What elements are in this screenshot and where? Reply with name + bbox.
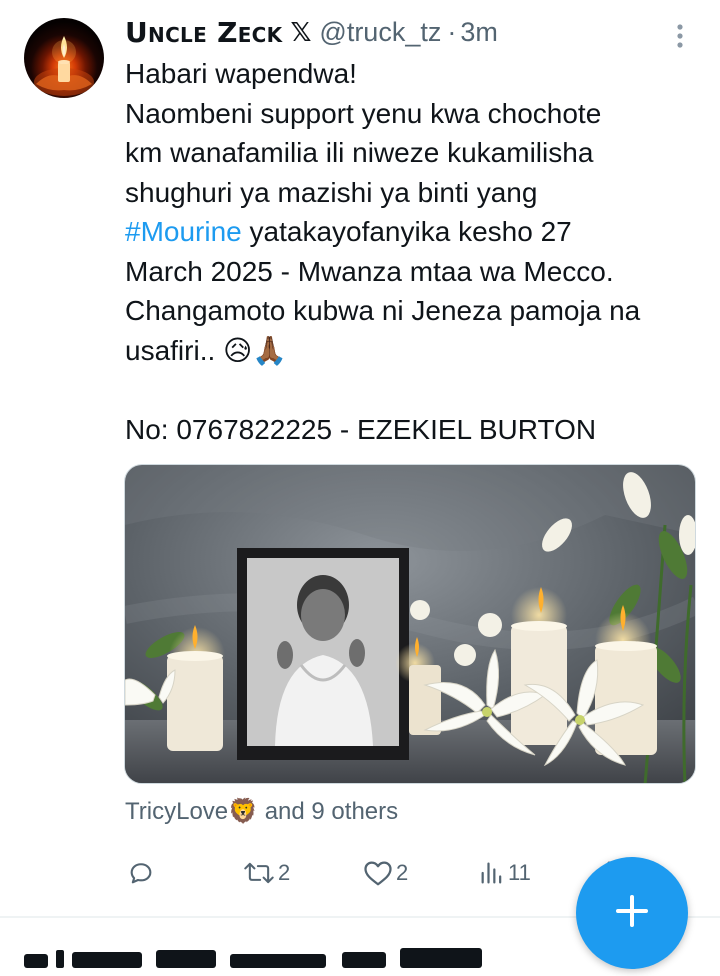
views-count: 11: [508, 860, 531, 885]
like-button[interactable]: 2: [363, 853, 408, 893]
tweet-media-image[interactable]: [124, 464, 696, 784]
contact-line: No: 0767822225 - EZEKIEL BURTON: [125, 413, 597, 445]
liked-by[interactable]: TricyLove🦁 and 9 others: [125, 797, 398, 826]
views-button[interactable]: 11: [479, 853, 531, 893]
reply-button[interactable]: [127, 853, 155, 893]
lion-emoji: 🦁: [228, 797, 259, 825]
tweet-text-line: Changamoto kubwa ni Jeneza pamoja na: [125, 295, 641, 326]
tweet-text-fragment: yatakayofanyika kesho 27: [241, 216, 572, 247]
tweet[interactable]: Uncle Zeck 𝕏 @truck_tz · 3m Habari wapen…: [0, 0, 720, 918]
compose-button[interactable]: [576, 857, 688, 969]
tweet-text-line: usafiri.. 😥🙏🏾: [125, 331, 710, 371]
tweet-header: Uncle Zeck 𝕏 @truck_tz · 3m: [125, 14, 498, 50]
user-handle[interactable]: @truck_tz: [319, 17, 441, 48]
retweet-button[interactable]: 2: [243, 853, 290, 893]
tweet-text-line: shughuri ya mazishi ya binti yang: [125, 176, 538, 208]
x-badge-icon: 𝕏: [290, 16, 312, 47]
tweet-text-fragment: usafiri..: [125, 334, 224, 366]
tweet-text-line: March 2025 - Mwanza mtaa wa Mecco.: [125, 255, 614, 287]
separator-dot: ·: [447, 16, 457, 47]
emoji-sad-pray: 😥🙏🏾: [223, 333, 288, 367]
tweet-text-line: Habari wapendwa!: [125, 58, 357, 89]
heart-icon: [363, 859, 393, 887]
tweet-text-line: km wanafamilia ili niweze kukamilisha: [125, 137, 594, 168]
reply-icon: [127, 859, 155, 887]
views-icon: [479, 859, 505, 887]
retweet-count: 2: [278, 860, 291, 885]
tweet-text: Habari wapendwa! Naombeni support yenu k…: [125, 54, 710, 449]
timestamp[interactable]: 3m: [460, 17, 498, 48]
retweet-icon: [243, 859, 275, 887]
tweet-text-line: #Mourine yatakayofanyika kesho 27: [125, 212, 710, 252]
liker-name[interactable]: TricyLove: [125, 798, 228, 825]
more-vertical-icon[interactable]: [670, 20, 690, 52]
tweet-text-line: Naombeni support yenu kwa chochote: [125, 97, 602, 129]
liked-by-rest: and 9 others: [258, 798, 399, 825]
display-name[interactable]: Uncle Zeck: [125, 16, 282, 49]
avatar[interactable]: [24, 18, 104, 98]
hashtag-link[interactable]: #Mourine: [125, 216, 242, 247]
like-count: 2: [396, 860, 409, 885]
plus-icon: [612, 891, 652, 936]
next-section-heading-cutoff: [24, 938, 504, 976]
